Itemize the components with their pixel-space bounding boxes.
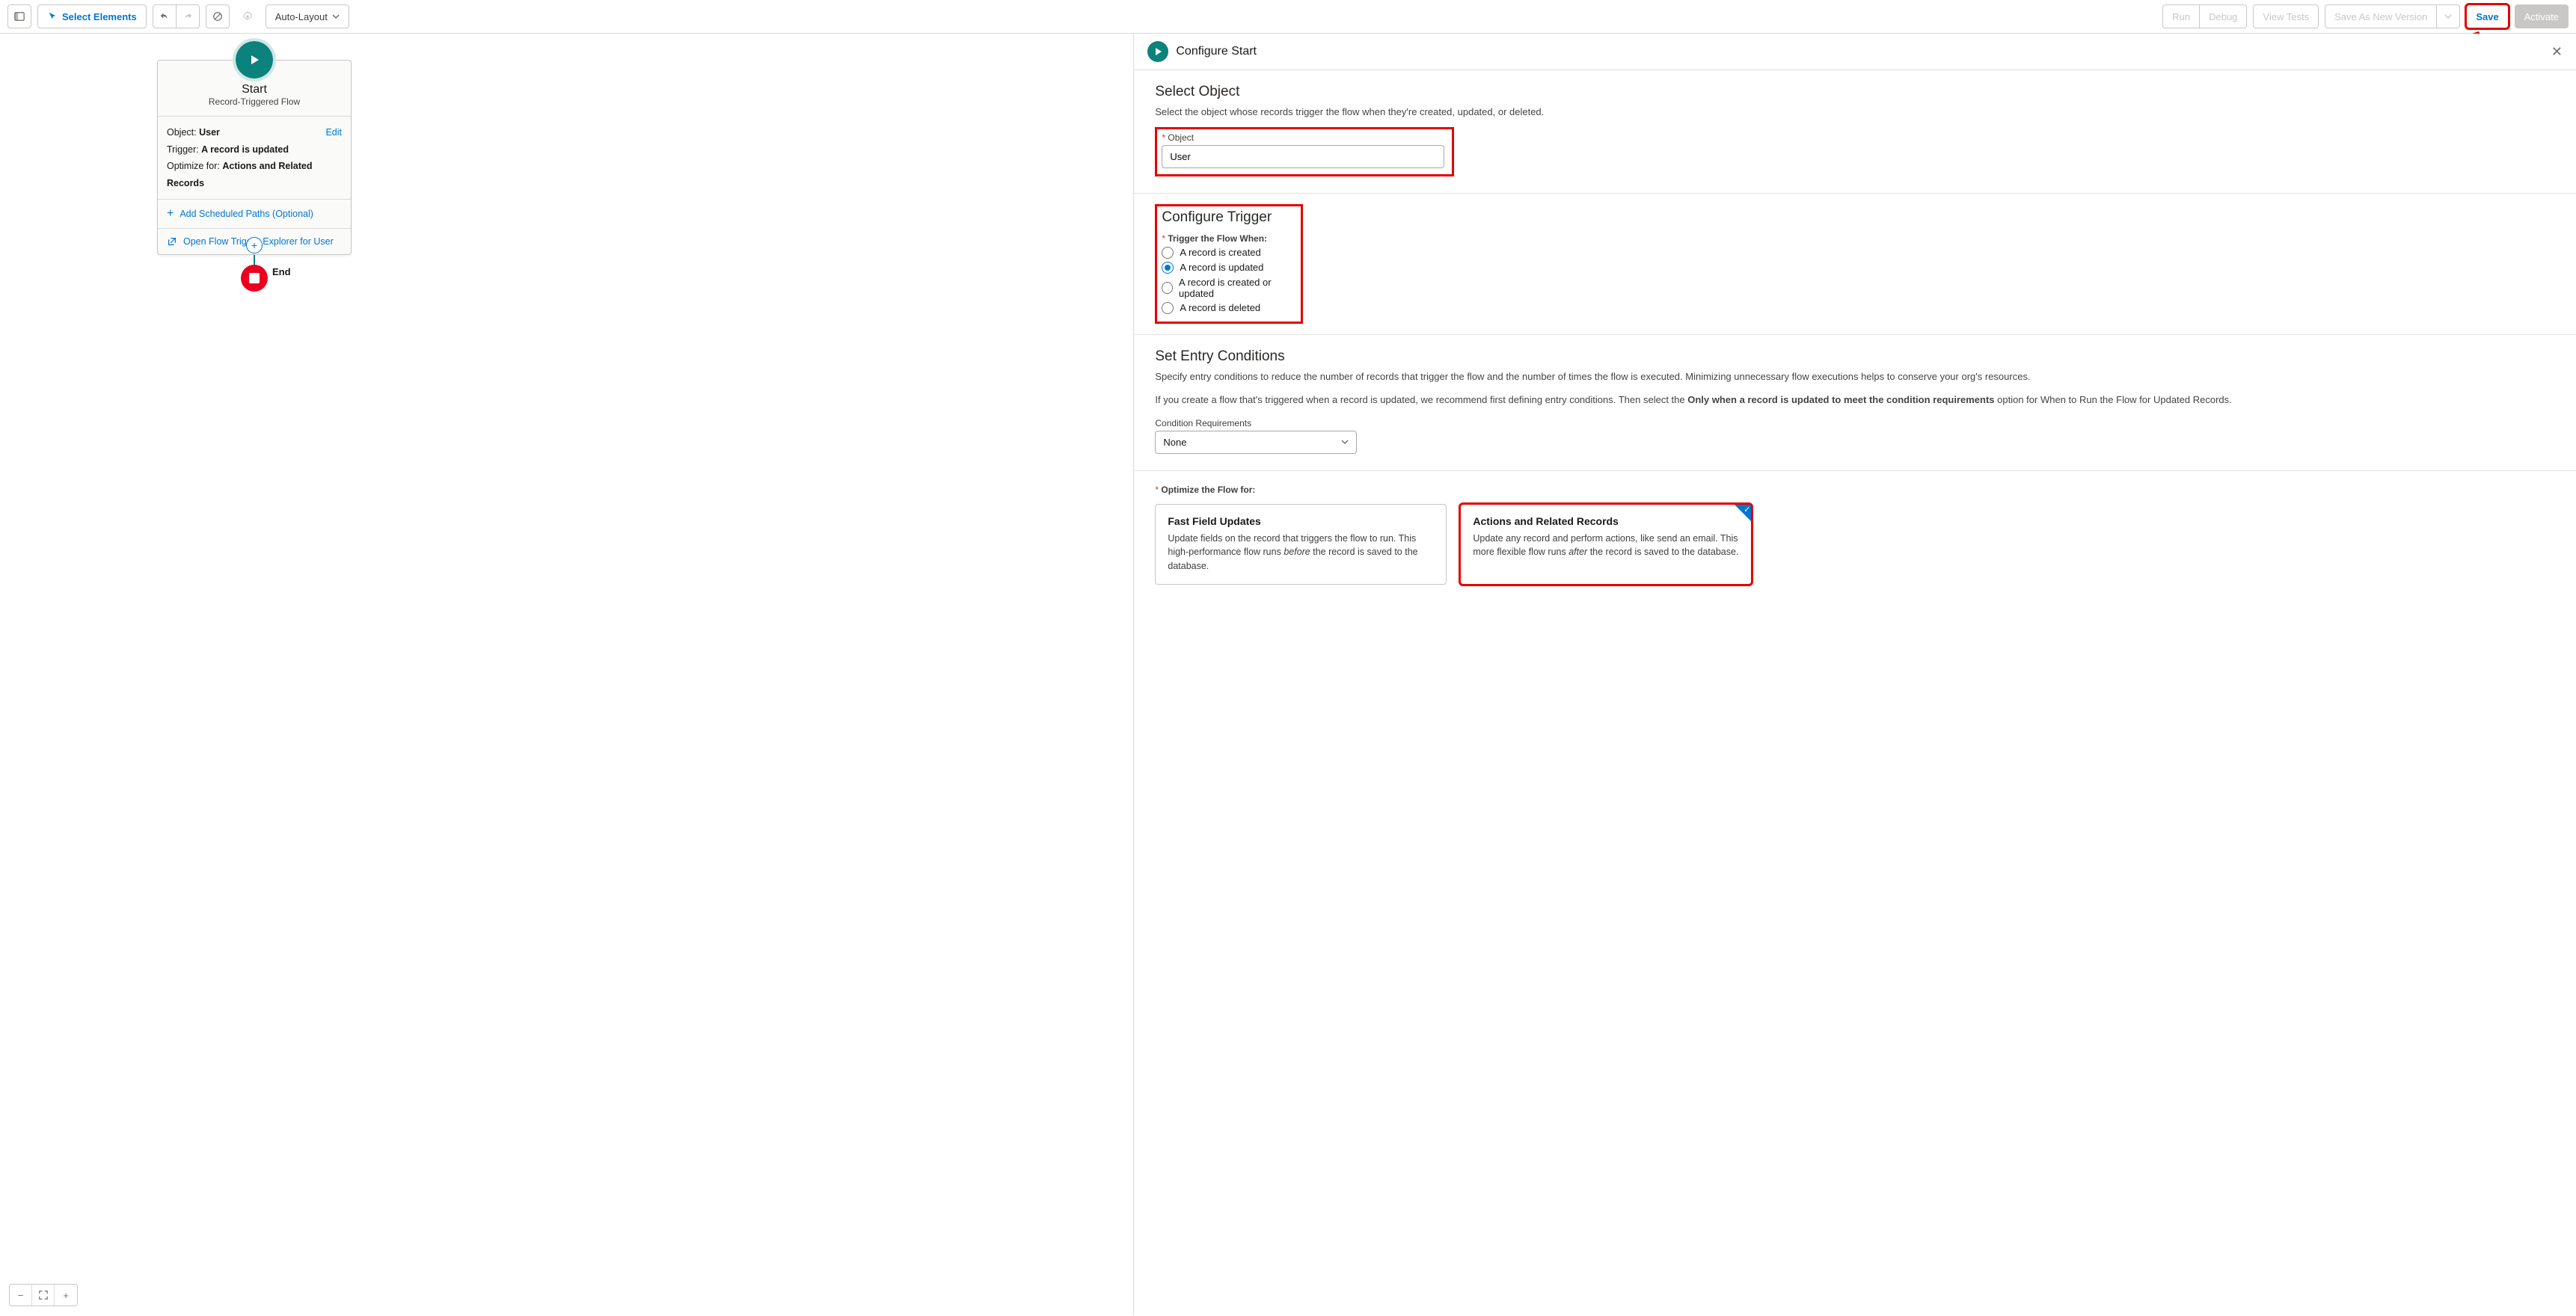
view-tests-button[interactable]: View Tests (2253, 4, 2319, 28)
save-as-group: Save As New Version (2325, 4, 2460, 28)
play-icon (1153, 46, 1163, 57)
fast-desc: Update fields on the record that trigger… (1168, 532, 1434, 574)
radio-icon (1162, 262, 1174, 274)
zoom-out-button[interactable]: − (10, 1285, 32, 1306)
run-group: Run Debug (2162, 4, 2247, 28)
select-object-title: Select Object (1155, 84, 2555, 100)
option-actions-records[interactable]: Actions and Related Records Update any r… (1460, 504, 1752, 585)
selected-check-icon (1735, 505, 1751, 521)
start-card: Start Record-Triggered Flow Edit Object:… (157, 60, 352, 255)
radio-created-updated[interactable]: A record is created or updated (1162, 277, 1296, 299)
fast-title: Fast Field Updates (1168, 515, 1434, 527)
radio-created[interactable]: A record is created (1162, 247, 1296, 259)
run-button[interactable]: Run (2162, 4, 2200, 28)
start-card-body[interactable]: Edit Object: User Trigger: A record is u… (158, 117, 351, 200)
stop-icon (249, 273, 260, 283)
panel-title: Configure Start (1176, 45, 1257, 58)
panel-header-icon (1147, 41, 1168, 62)
optimize-label: * Optimize the Flow for: (1155, 485, 2555, 495)
panel-icon (14, 11, 25, 22)
gear-icon (242, 11, 253, 22)
optimize-label: Optimize for: (167, 161, 220, 171)
undo-icon (159, 11, 170, 22)
optimize-section: * Optimize the Flow for: Fast Field Upda… (1134, 471, 2576, 601)
add-scheduled-paths-link[interactable]: + Add Scheduled Paths (Optional) (158, 200, 351, 229)
zoom-controls: − + (9, 1284, 78, 1306)
external-link-icon (167, 236, 177, 247)
actions-desc: Update any record and perform actions, l… (1473, 532, 1739, 560)
object-value: User (199, 127, 220, 138)
object-label: Object: (167, 127, 197, 138)
redo-icon (183, 11, 193, 22)
redo-button[interactable] (176, 4, 200, 28)
radio-icon (1162, 302, 1174, 314)
cursor-icon (47, 11, 58, 22)
radio-icon (1162, 282, 1173, 294)
edit-link[interactable]: Edit (325, 124, 342, 141)
object-input[interactable] (1162, 145, 1444, 168)
option-fast-updates[interactable]: Fast Field Updates Update fields on the … (1155, 504, 1447, 585)
select-object-section: Select Object Select the object whose re… (1134, 70, 2576, 194)
clear-button[interactable] (206, 4, 230, 28)
select-elements-label: Select Elements (62, 11, 137, 22)
main-area: Start Record-Triggered Flow Edit Object:… (0, 34, 2576, 1315)
save-button[interactable]: Save (2466, 4, 2508, 28)
zoom-fit-button[interactable] (32, 1285, 55, 1306)
trigger-value: A record is updated (201, 144, 289, 155)
close-panel-button[interactable]: ✕ (2551, 44, 2563, 60)
undo-button[interactable] (153, 4, 177, 28)
configure-trigger-title: Configure Trigger (1162, 209, 1296, 226)
plus-icon: + (167, 207, 174, 221)
configure-trigger-section: Configure Trigger * Trigger the Flow Whe… (1134, 194, 2576, 335)
chevron-down-icon (332, 13, 340, 20)
entry-conditions-section: Set Entry Conditions Specify entry condi… (1134, 335, 2576, 471)
condition-req-select[interactable]: None (1155, 431, 1357, 454)
entry-title: Set Entry Conditions (1155, 348, 2555, 365)
radio-icon (1162, 247, 1174, 259)
debug-button[interactable]: Debug (2199, 4, 2247, 28)
zoom-in-button[interactable]: + (55, 1285, 77, 1306)
toolbar: Select Elements Auto-Layout Run Debug Vi… (0, 0, 2576, 34)
start-node-circle[interactable] (236, 41, 273, 79)
layout-mode-dropdown[interactable]: Auto-Layout (266, 4, 349, 28)
optimize-options: Fast Field Updates Update fields on the … (1155, 504, 2555, 585)
end-node[interactable] (241, 265, 268, 292)
trigger-when-label: * Trigger the Flow When: (1162, 233, 1296, 244)
condition-req-label: Condition Requirements (1155, 418, 2555, 428)
activate-button[interactable]: Activate (2515, 4, 2569, 28)
radio-deleted[interactable]: A record is deleted (1162, 302, 1296, 314)
prohibit-icon (212, 11, 223, 22)
entry-desc2: If you create a flow that's triggered wh… (1155, 393, 2555, 408)
start-title: Start (167, 83, 342, 96)
add-element-button[interactable]: + (246, 237, 263, 253)
radio-updated[interactable]: A record is updated (1162, 262, 1296, 274)
trigger-highlight: Configure Trigger * Trigger the Flow Whe… (1155, 204, 1303, 324)
select-object-desc: Select the object whose records trigger … (1155, 105, 2555, 120)
save-as-dropdown[interactable] (2436, 4, 2460, 28)
actions-title: Actions and Related Records (1473, 515, 1739, 527)
play-icon (247, 52, 262, 67)
save-as-new-button[interactable]: Save As New Version (2325, 4, 2437, 28)
chevron-down-icon (2444, 13, 2452, 20)
configure-start-panel: Configure Start ✕ Select Object Select t… (1133, 34, 2576, 1315)
object-field-label: * Object (1162, 132, 1447, 143)
trigger-label: Trigger: (167, 144, 199, 155)
end-label: End (272, 266, 291, 277)
fit-icon (38, 1290, 49, 1300)
entry-desc1: Specify entry conditions to reduce the n… (1155, 369, 2555, 384)
start-subtitle: Record-Triggered Flow (167, 96, 342, 107)
panel-header: Configure Start ✕ (1134, 34, 2576, 70)
settings-button[interactable] (236, 4, 260, 28)
layout-mode-label: Auto-Layout (275, 11, 328, 22)
chevron-down-icon (1341, 438, 1349, 446)
undo-redo-group (153, 4, 200, 28)
object-highlight: * Object (1155, 127, 1454, 176)
select-elements-button[interactable]: Select Elements (37, 4, 147, 28)
toggle-sidebar-button[interactable] (7, 4, 31, 28)
